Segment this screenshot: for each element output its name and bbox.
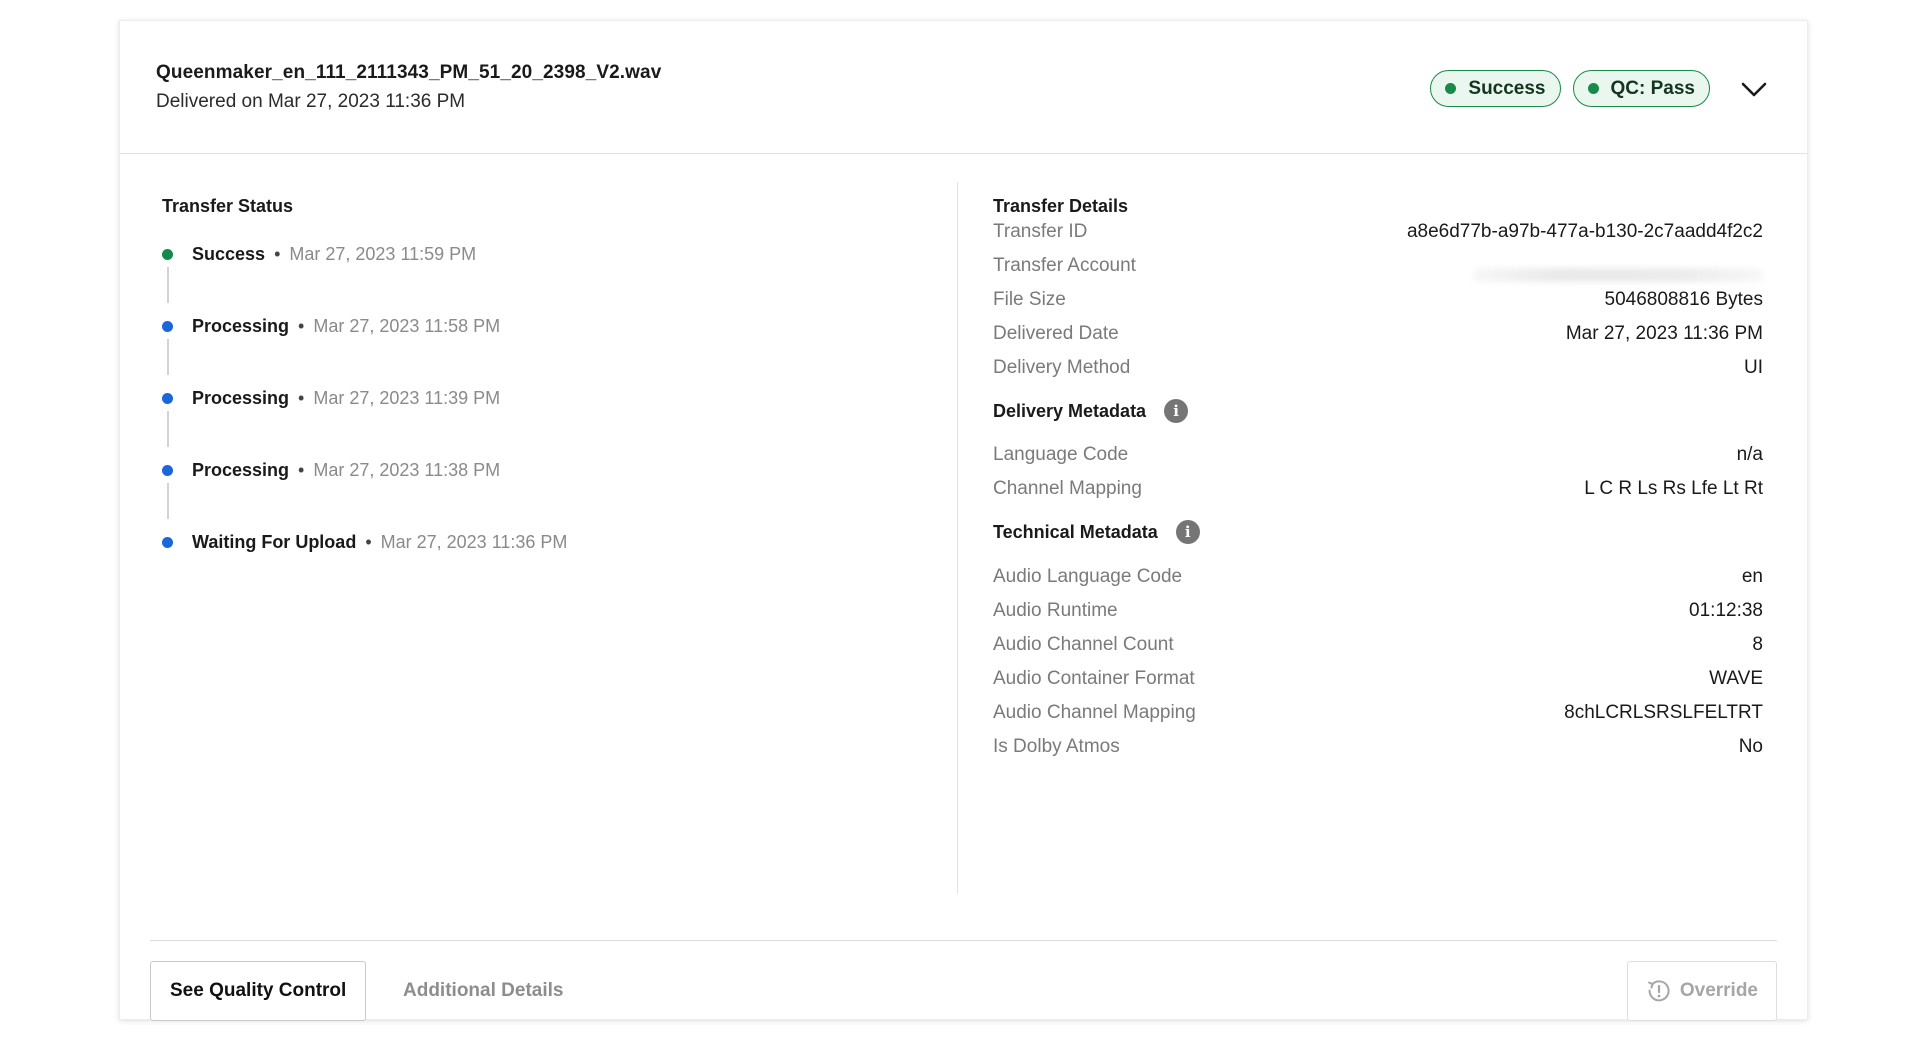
detail-value: 8: [1752, 634, 1763, 655]
detail-row-transfer-account: Transfer Account: [993, 253, 1763, 282]
timeline-separator: •: [274, 244, 281, 264]
override-button[interactable]: Override: [1626, 961, 1777, 1021]
card-header[interactable]: Queenmaker_en_111_2111343_PM_51_20_2398_…: [120, 21, 1807, 154]
detail-row-delivered-date: Delivered Date Mar 27, 2023 11:36 PM: [993, 321, 1763, 347]
detail-row-audio-language-code: Audio Language Code en: [993, 564, 1763, 590]
timeline-timestamp: Mar 27, 2023 11:38 PM: [313, 460, 501, 480]
timeline-status: Waiting For Upload: [192, 532, 357, 552]
timeline-connector: [167, 339, 169, 375]
transfer-status-title: Transfer Status: [162, 196, 294, 216]
detail-row-audio-container-format: Audio Container Format WAVE: [993, 666, 1763, 692]
timeline-text: Processing • Mar 27, 2023 11:39 PM: [192, 386, 500, 410]
detail-row-audio-runtime: Audio Runtime 01:12:38: [993, 598, 1763, 624]
detail-value: a8e6d77b-a97b-477a-b130-2c7aadd4f2c2: [1406, 221, 1763, 242]
timeline-status: Processing: [192, 460, 290, 480]
timeline-separator: •: [298, 316, 305, 336]
status-badge-success: Success: [1430, 70, 1561, 107]
detail-value: 8chLCRLSRSLFELTRT: [1564, 702, 1763, 723]
timeline-status: Processing: [192, 388, 290, 408]
additional-details-link[interactable]: Additional Details: [403, 961, 563, 1021]
detail-key: Audio Runtime: [993, 600, 1118, 621]
status-dot-icon: [1587, 83, 1599, 94]
detail-key: Audio Channel Count: [993, 634, 1174, 655]
detail-row-audio-channel-mapping: Audio Channel Mapping 8chLCRLSRSLFELTRT: [993, 700, 1763, 726]
delivery-metadata-header: Delivery Metadata i: [993, 399, 1189, 423]
chevron-down-icon[interactable]: [1738, 73, 1770, 105]
technical-metadata-title: Technical Metadata: [993, 521, 1158, 542]
timeline-text: Processing • Mar 27, 2023 11:58 PM: [192, 314, 500, 338]
timeline-connector: [167, 267, 169, 303]
status-badge-qc: QC: Pass: [1572, 70, 1710, 107]
timeline-dot-icon: [162, 465, 173, 476]
detail-value: 01:12:38: [1689, 600, 1763, 621]
timeline-text: Waiting For Upload • Mar 27, 2023 11:36 PM: [192, 530, 567, 554]
info-icon[interactable]: i: [1164, 399, 1189, 423]
detail-value: n/a: [1736, 444, 1763, 465]
timeline-timestamp: Mar 27, 2023 11:39 PM: [313, 388, 501, 408]
detail-key: Transfer Account: [993, 255, 1136, 276]
override-clock-icon: [1648, 980, 1670, 1002]
detail-row-audio-channel-count: Audio Channel Count 8: [993, 632, 1763, 658]
delivery-metadata-title: Delivery Metadata: [993, 400, 1147, 421]
detail-key: Channel Mapping: [993, 478, 1142, 499]
timeline-dot-icon: [162, 249, 173, 260]
timeline-separator: •: [298, 460, 305, 480]
timeline-separator: •: [365, 532, 372, 552]
badge-label: QC: Pass: [1610, 77, 1695, 99]
footer-divider: [150, 940, 1777, 941]
timeline-connector: [167, 483, 169, 519]
timeline-status: Processing: [192, 316, 290, 336]
badge-label: Success: [1468, 77, 1546, 99]
detail-key: Is Dolby Atmos: [993, 736, 1120, 757]
delivered-on: Delivered on Mar 27, 2023 11:36 PM: [156, 91, 466, 112]
detail-key: Delivered Date: [993, 323, 1119, 344]
detail-key: Delivery Method: [993, 357, 1131, 378]
timeline-text: Success • Mar 27, 2023 11:59 PM: [192, 242, 476, 266]
timeline-status: Success: [192, 244, 266, 264]
timeline-timestamp: Mar 27, 2023 11:59 PM: [289, 244, 477, 264]
detail-value: WAVE: [1709, 668, 1763, 689]
timeline-dot-icon: [162, 321, 173, 332]
detail-value: UI: [1744, 357, 1763, 378]
detail-key: Audio Channel Mapping: [993, 702, 1196, 723]
detail-value: L C R Ls Rs Lfe Lt Rt: [1584, 478, 1763, 499]
timeline-dot-icon: [162, 393, 173, 404]
timeline-separator: •: [298, 388, 305, 408]
info-icon[interactable]: i: [1175, 520, 1200, 544]
timeline-timestamp: Mar 27, 2023 11:58 PM: [313, 316, 501, 336]
column-divider: [957, 182, 958, 894]
details-panel: Transfer Details Transfer ID a8e6d77b-a9…: [993, 154, 1763, 894]
redacted-value: [1473, 268, 1763, 282]
detail-row-delivery-method: Delivery Method UI: [993, 355, 1763, 381]
detail-row-transfer-id: Transfer ID a8e6d77b-a97b-477a-b130-2c7a…: [993, 219, 1763, 245]
detail-key: Language Code: [993, 444, 1129, 465]
card-body: Transfer Status Success • Mar 27, 2023 11:…: [120, 154, 1807, 934]
detail-value: Mar 27, 2023 11:36 PM: [1565, 323, 1763, 344]
transfer-status-panel: Transfer Status Success • Mar 27, 2023 11:…: [162, 154, 937, 884]
detail-key: Audio Container Format: [993, 668, 1195, 689]
delivery-card: Queenmaker_en_111_2111343_PM_51_20_2398_…: [119, 20, 1808, 1021]
override-label: Override: [1679, 980, 1758, 1001]
detail-row-channel-mapping: Channel Mapping L C R Ls Rs Lfe Lt Rt: [993, 476, 1763, 502]
detail-row-file-size: File Size 5046808816 Bytes: [993, 287, 1763, 313]
detail-value: en: [1741, 566, 1763, 587]
status-badges: Success QC: Pass: [1430, 70, 1710, 107]
timeline-connector: [167, 411, 169, 447]
detail-key: Audio Language Code: [993, 566, 1183, 587]
detail-row-language-code: Language Code n/a: [993, 442, 1763, 468]
technical-metadata-header: Technical Metadata i: [993, 520, 1200, 544]
detail-key: File Size: [993, 289, 1066, 310]
transfer-details-title: Transfer Details: [993, 196, 1129, 216]
see-quality-control-button[interactable]: See Quality Control: [150, 961, 367, 1021]
detail-key: Transfer ID: [993, 221, 1088, 242]
timeline-timestamp: Mar 27, 2023 11:36 PM: [380, 532, 568, 552]
status-dot-icon: [1445, 83, 1457, 94]
file-name: Queenmaker_en_111_2111343_PM_51_20_2398_…: [156, 62, 662, 83]
timeline-text: Processing • Mar 27, 2023 11:38 PM: [192, 458, 500, 482]
detail-value: No: [1738, 736, 1763, 757]
detail-value: 5046808816 Bytes: [1604, 289, 1763, 310]
detail-row-is-dolby-atmos: Is Dolby Atmos No: [993, 734, 1763, 760]
timeline-dot-icon: [162, 537, 173, 548]
